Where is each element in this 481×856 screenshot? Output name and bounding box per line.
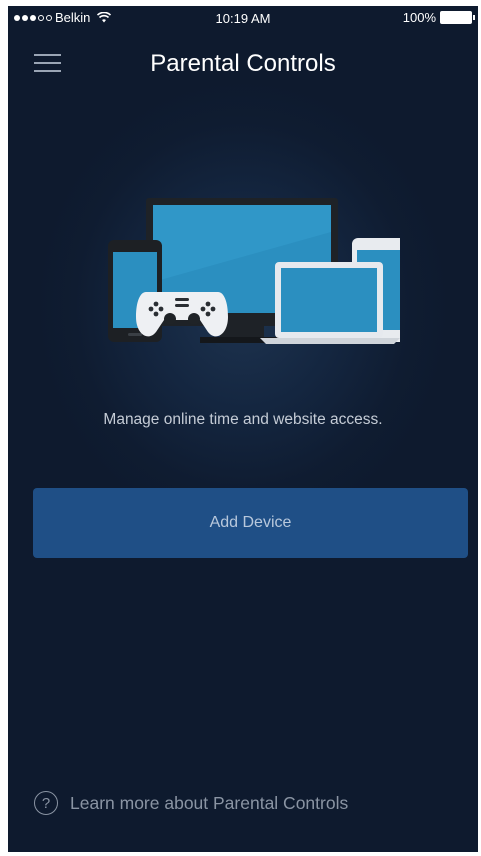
game-controller-icon <box>136 292 228 337</box>
status-bar: Belkin 10:19 AM 100% <box>8 6 478 30</box>
add-device-button[interactable]: Add Device <box>33 488 468 558</box>
battery-percent: 100% <box>402 10 436 25</box>
laptop-icon <box>260 262 400 344</box>
devices-illustration <box>108 198 400 344</box>
status-right: 100% <box>402 10 475 25</box>
battery-icon <box>440 11 475 24</box>
page-title: Parental Controls <box>150 50 336 77</box>
tagline: Manage online time and website access. <box>103 411 383 428</box>
app-screen: Belkin 10:19 AM 100% Parental Controls M… <box>8 6 478 852</box>
learn-more-label: Learn more about Parental Controls <box>70 792 349 813</box>
hamburger-menu-icon[interactable] <box>34 53 61 73</box>
help-icon: ? <box>34 791 58 815</box>
learn-more-link[interactable]: ? Learn more about Parental Controls <box>34 791 348 815</box>
